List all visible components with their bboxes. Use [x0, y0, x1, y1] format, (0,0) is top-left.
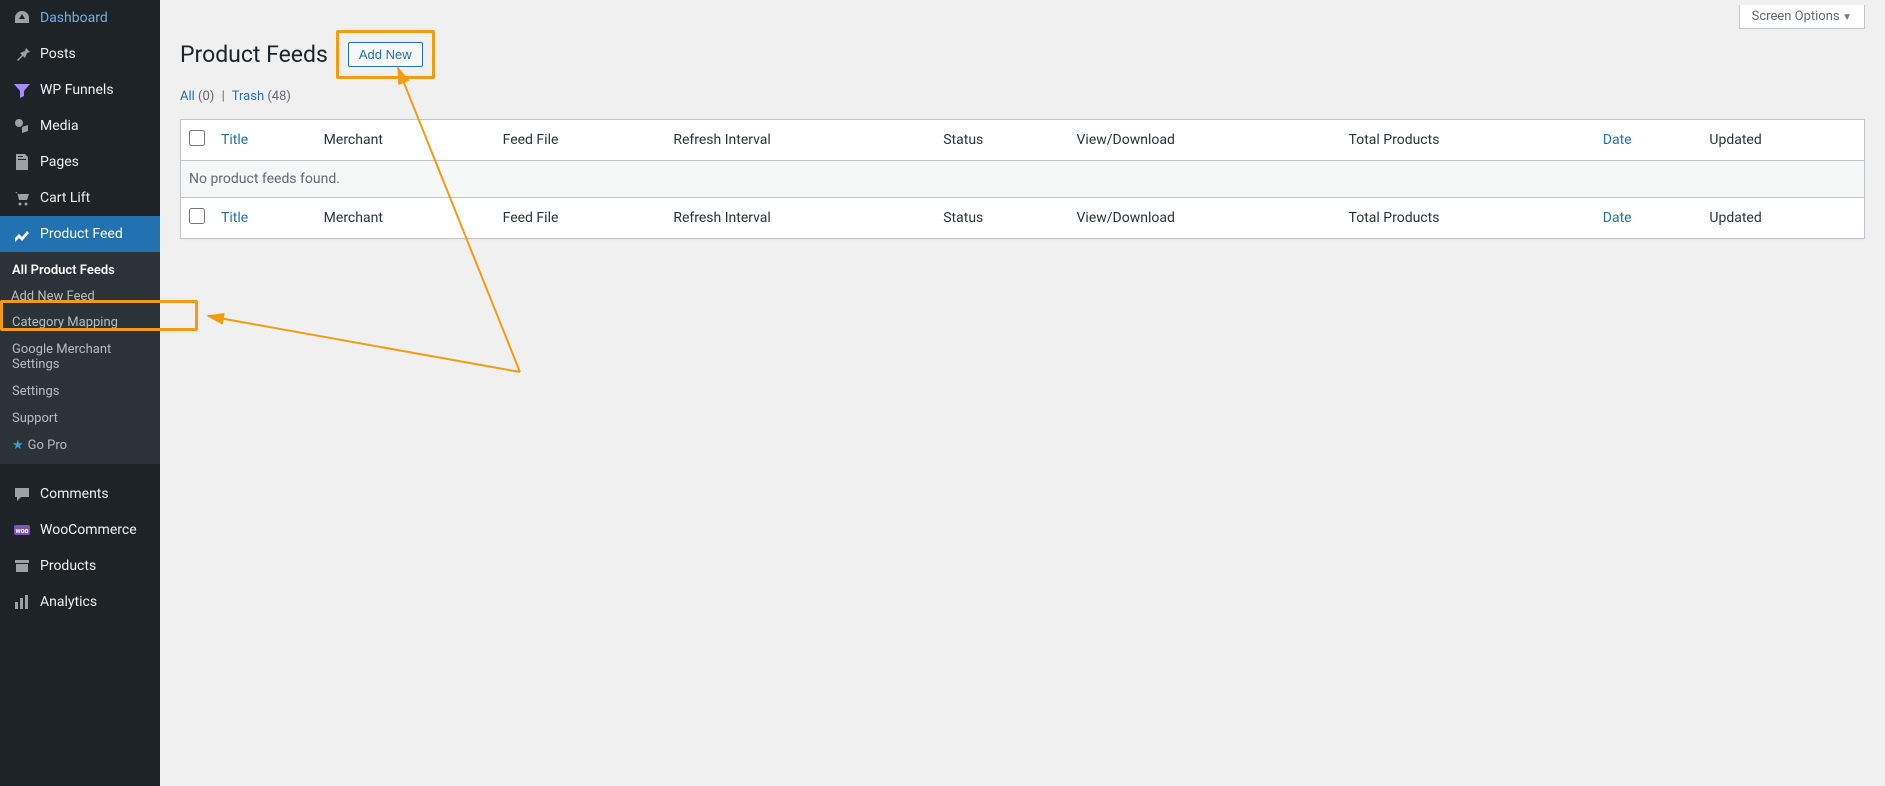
star-icon: ★ [12, 438, 24, 453]
col-title[interactable]: Title [213, 120, 316, 160]
col-view-f: View/Download [1069, 198, 1341, 238]
col-refresh-f: Refresh Interval [665, 198, 935, 238]
media-icon [12, 116, 32, 136]
comment-icon [12, 484, 32, 504]
chart-icon [12, 224, 32, 244]
screen-options-button[interactable]: Screen Options [1739, 5, 1865, 29]
archive-icon [12, 556, 32, 576]
filter-trash-count: (48) [267, 89, 291, 104]
col-status-f: Status [935, 198, 1068, 238]
col-feed-file-f: Feed File [495, 198, 666, 238]
select-all-checkbox[interactable] [189, 130, 205, 146]
col-feed-file: Feed File [495, 120, 666, 160]
menu-label: Pages [40, 154, 79, 170]
submenu-go-pro[interactable]: ★ Go Pro [0, 432, 160, 459]
filter-links: All (0) | Trash (48) [180, 89, 1865, 104]
add-new-button[interactable]: Add New [348, 42, 423, 67]
svg-text:woo: woo [15, 527, 28, 535]
col-updated-f: Updated [1701, 198, 1864, 238]
menu-pages[interactable]: Pages [0, 144, 160, 180]
admin-sidebar: Dashboard Posts WP Funnels Media Pages C… [0, 0, 160, 786]
gauge-icon [12, 8, 32, 28]
filter-all[interactable]: All [180, 89, 195, 104]
submenu-all-feeds[interactable]: All Product Feeds [0, 257, 160, 284]
submenu-product-feed: All Product Feeds Add New Feed Category … [0, 252, 160, 464]
menu-dashboard[interactable]: Dashboard [0, 0, 160, 36]
woo-icon: woo [12, 520, 32, 540]
menu-label: Products [40, 558, 96, 574]
col-title-f[interactable]: Title [213, 198, 316, 238]
submenu-support[interactable]: Support [0, 405, 160, 432]
menu-product-feed[interactable]: Product Feed [0, 216, 160, 252]
page-header: Product Feeds Add New [180, 30, 1865, 79]
menu-cartlift[interactable]: Cart Lift [0, 180, 160, 216]
menu-label: Product Feed [40, 226, 123, 242]
col-total-f: Total Products [1341, 198, 1595, 238]
menu-media[interactable]: Media [0, 108, 160, 144]
feed-table: Title Merchant Feed File Refresh Interva… [180, 119, 1865, 239]
col-total: Total Products [1341, 120, 1595, 160]
submenu-category-mapping[interactable]: Category Mapping [0, 309, 160, 336]
filter-sep: | [222, 89, 225, 104]
submenu-google-merchant[interactable]: Google Merchant Settings [0, 336, 160, 378]
submenu-add-new-feed[interactable]: Add New Feed [0, 284, 160, 309]
menu-label: Analytics [40, 594, 97, 610]
col-view: View/Download [1069, 120, 1341, 160]
bars-icon [12, 592, 32, 612]
col-date[interactable]: Date [1595, 120, 1702, 160]
filter-trash[interactable]: Trash [232, 89, 264, 104]
page-title: Product Feeds [180, 41, 328, 68]
empty-row: No product feeds found. [181, 160, 1864, 198]
add-new-highlight: Add New [336, 30, 435, 79]
col-merchant-f: Merchant [316, 198, 495, 238]
menu-analytics[interactable]: Analytics [0, 584, 160, 620]
menu-woocommerce[interactable]: woo WooCommerce [0, 512, 160, 548]
menu-posts[interactable]: Posts [0, 36, 160, 72]
cartlift-icon [12, 188, 32, 208]
menu-label: Dashboard [40, 10, 108, 26]
menu-products[interactable]: Products [0, 548, 160, 584]
select-all-checkbox-footer[interactable] [189, 208, 205, 224]
funnel-icon [12, 80, 32, 100]
col-refresh: Refresh Interval [665, 120, 935, 160]
menu-label: WooCommerce [40, 522, 137, 538]
col-check-header [181, 120, 213, 160]
page-icon [12, 152, 32, 172]
menu-label: Comments [40, 486, 109, 502]
main-content: Screen Options Product Feeds Add New All… [160, 0, 1885, 259]
menu-label: Posts [40, 46, 76, 62]
submenu-label: Go Pro [28, 438, 67, 453]
submenu-settings[interactable]: Settings [0, 378, 160, 405]
menu-wpfunnels[interactable]: WP Funnels [0, 72, 160, 108]
menu-comments[interactable]: Comments [0, 476, 160, 512]
menu-label: Cart Lift [40, 190, 90, 206]
menu-label: Media [40, 118, 79, 134]
col-merchant: Merchant [316, 120, 495, 160]
pin-icon [12, 44, 32, 64]
col-status: Status [935, 120, 1068, 160]
col-check-footer [181, 198, 213, 238]
menu-label: WP Funnels [40, 82, 114, 98]
filter-all-count: (0) [198, 89, 214, 104]
col-date-f[interactable]: Date [1595, 198, 1702, 238]
col-updated: Updated [1701, 120, 1864, 160]
